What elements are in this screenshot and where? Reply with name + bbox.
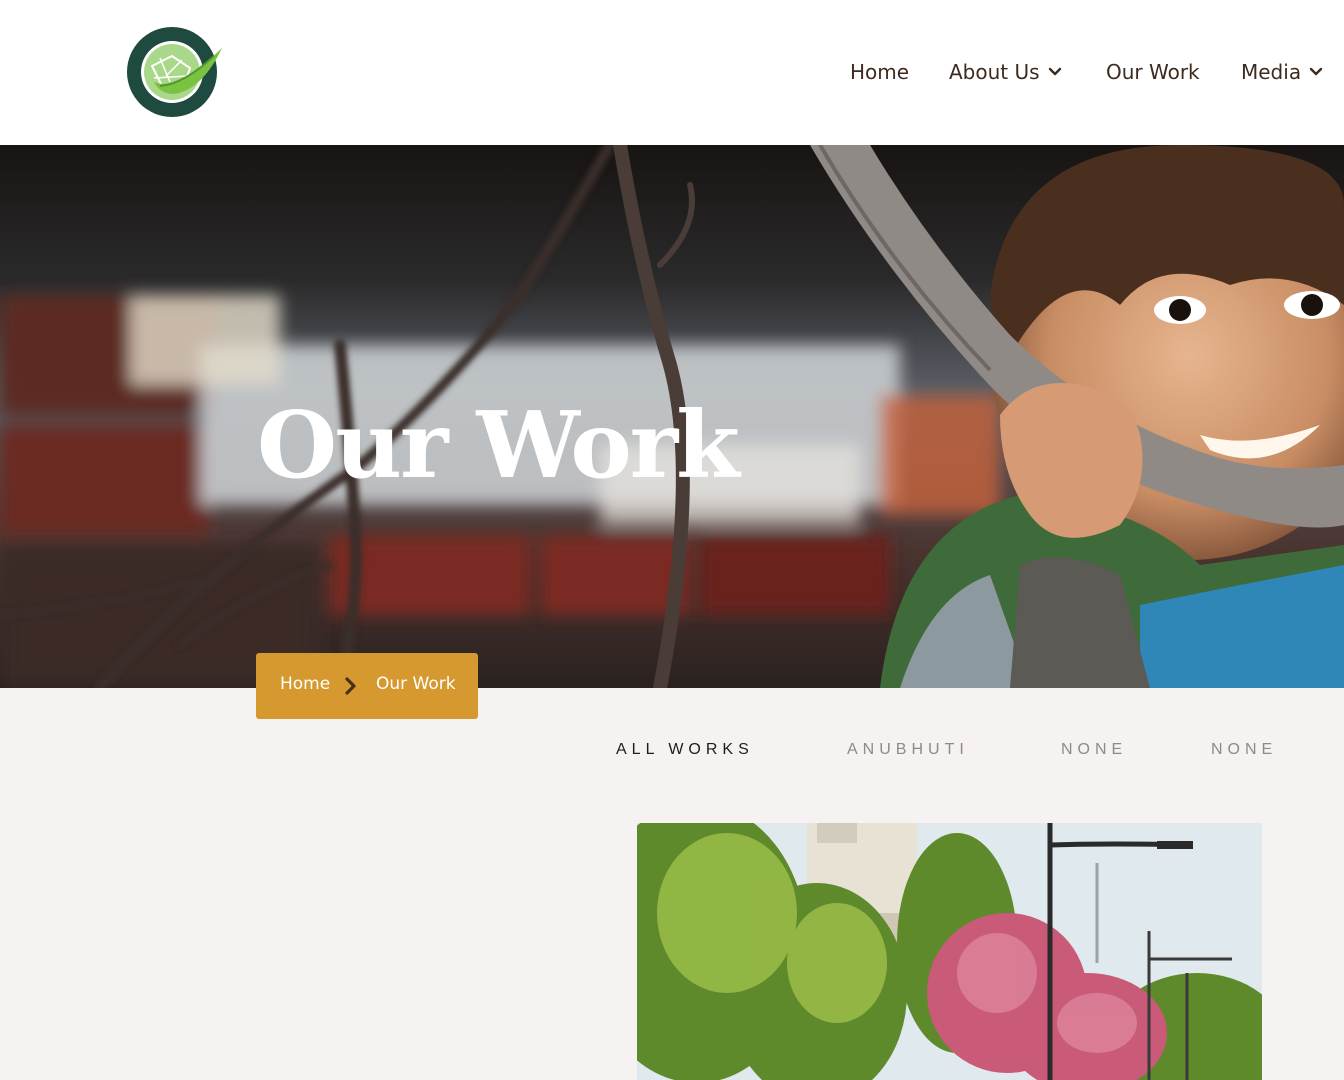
nav-our-work[interactable]: Our Work [1106,58,1200,86]
nav-media[interactable]: Media [1241,58,1323,86]
page-title: Our Work [257,391,740,499]
work-card[interactable] [637,823,1262,1080]
breadcrumb-home-link[interactable]: Home [280,674,330,694]
nav-media-label: Media [1241,60,1302,84]
hero-banner: Our Work [0,145,1344,688]
filter-tab-all-works[interactable]: ALL WORKS [616,741,754,759]
nav-our-work-label: Our Work [1106,60,1200,84]
work-card-image [637,823,1262,1080]
nav-home[interactable]: Home [850,58,909,86]
nav-about-us-label: About Us [949,60,1040,84]
chevron-down-icon [1048,67,1061,76]
chevron-down-icon [1309,67,1323,76]
filter-tab-none[interactable]: NONE [1061,741,1127,759]
nav-about-us[interactable]: About Us [949,58,1062,86]
site-logo[interactable] [124,26,224,118]
filter-tab-anubhuti[interactable]: ANUBHUTI [847,741,969,759]
breadcrumb: Home Our Work [256,653,478,719]
nav-home-label: Home [850,60,910,84]
chevron-right-icon [345,677,356,695]
foundation-logo-icon [127,27,222,117]
site-header: Home About Us Our Work Media [0,0,1344,145]
filter-tab-none-2[interactable]: NONE [1211,741,1277,759]
breadcrumb-current: Our Work [376,674,456,694]
